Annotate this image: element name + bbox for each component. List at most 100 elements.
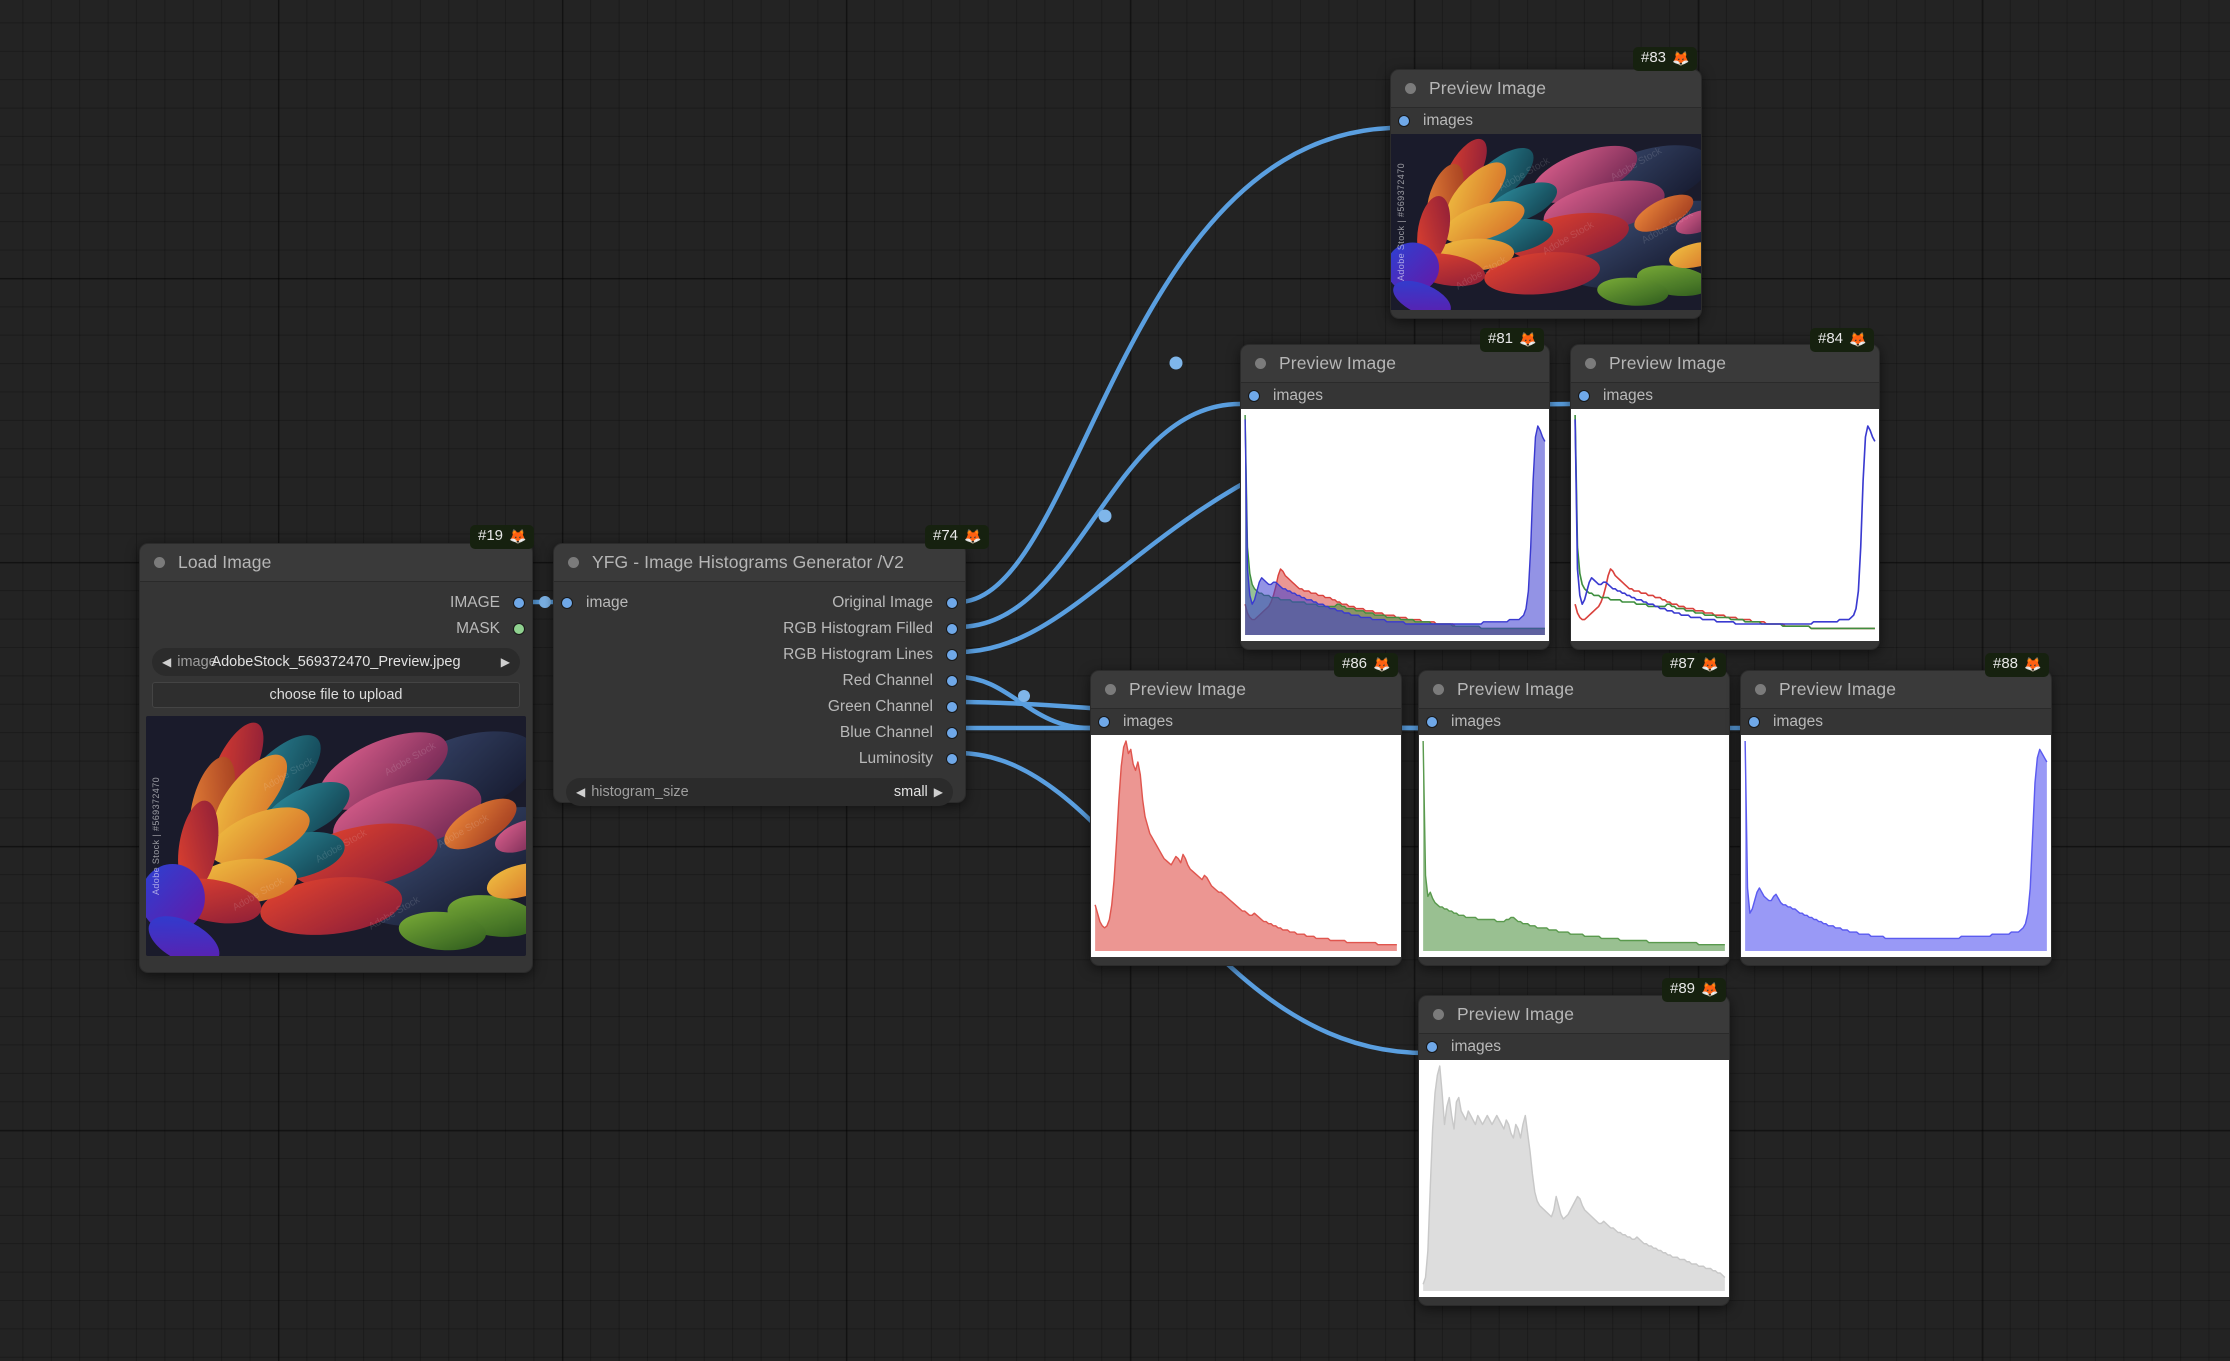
node-preview-rgb-histogram-lines[interactable]: Preview Image images [1570,344,1880,650]
chevron-left-icon[interactable]: ◀ [162,655,171,669]
node-badge-83[interactable]: #83 🦊 [1633,47,1698,71]
port-dot-blue-channel-icon[interactable] [947,728,957,738]
output-port-rgb-lines[interactable]: RGB Histogram Lines [554,642,965,668]
output-port-mask[interactable]: MASK [140,616,532,642]
fox-icon: 🦊 [2024,656,2042,673]
node-header[interactable]: Load Image [140,544,532,582]
collapse-dot-icon[interactable] [568,557,579,568]
node-body: images [1419,1034,1729,1297]
input-port-images[interactable]: images [1741,709,2051,735]
green-channel-chart [1419,735,1729,957]
port-dot-images-icon[interactable] [1249,391,1259,401]
badge-id: #74 [933,527,959,544]
port-label: images [1123,713,1173,730]
input-port-images[interactable]: images [1419,709,1729,735]
output-port-red-channel[interactable]: Red Channel [554,668,965,694]
histogram-preview[interactable] [1741,735,2051,957]
histogram-size-combo-widget[interactable]: ◀ histogram_size small ▶ [566,778,953,806]
port-dot-mask-icon[interactable] [514,624,524,634]
collapse-dot-icon[interactable] [1255,358,1266,369]
badge-id: #19 [478,527,504,544]
node-badge-81[interactable]: #81 🦊 [1480,328,1545,352]
histogram-preview[interactable] [1419,735,1729,957]
output-port-image[interactable]: IMAGE [140,590,532,616]
port-dot-green-channel-icon[interactable] [947,702,957,712]
collapse-dot-icon[interactable] [154,557,165,568]
choose-file-upload-button[interactable]: choose file to upload [152,682,520,708]
node-preview-blue-channel[interactable]: Preview Image images [1740,670,2052,966]
collapse-dot-icon[interactable] [1405,83,1416,94]
leaves-artwork-icon [1391,134,1701,310]
histogram-preview[interactable] [1419,1060,1729,1297]
collapse-dot-icon[interactable] [1585,358,1596,369]
collapse-dot-icon[interactable] [1105,684,1116,695]
port-dot-red-channel-icon[interactable] [947,676,957,686]
port-dot-images-icon[interactable] [1099,717,1109,727]
image-preview[interactable]: Adobe Stock | #569372470 Adobe Stock Ado… [1391,134,1701,310]
histogram-preview[interactable] [1241,409,1549,641]
output-port-luminosity[interactable]: Luminosity [554,746,965,772]
output-port-green-channel[interactable]: Green Channel [554,694,965,720]
node-graph-canvas[interactable]: #19 🦊 Load Image IMAGE MASK ◀ image Adob… [0,0,2230,1361]
input-port-images[interactable]: images [1419,1034,1729,1060]
badge-id: #81 [1488,330,1514,347]
collapse-dot-icon[interactable] [1755,684,1766,695]
node-preview-rgb-histogram-filled[interactable]: Preview Image images [1240,344,1550,650]
port-dot-luminosity-icon[interactable] [947,754,957,764]
node-badge-74[interactable]: #74 🦊 [925,525,990,549]
node-badge-88[interactable]: #88 🦊 [1985,653,2050,677]
badge-id: #87 [1670,655,1696,672]
port-label: MASK [456,620,500,637]
node-preview-luminosity[interactable]: Preview Image images [1418,995,1730,1306]
node-title: Preview Image [1609,353,1727,373]
chevron-left-icon[interactable]: ◀ [576,785,585,799]
leaves-artwork-icon [146,716,526,956]
node-badge-89[interactable]: #89 🦊 [1662,978,1727,1002]
node-header[interactable]: Preview Image [1391,70,1701,108]
chevron-right-icon[interactable]: ▶ [934,785,943,799]
badge-id: #86 [1342,655,1368,672]
node-body: images [1391,108,1701,310]
port-dot-rgb-filled-icon[interactable] [947,624,957,634]
port-dot-original-image-icon[interactable] [947,598,957,608]
node-preview-original-image[interactable]: Preview Image images Adobe Stock | #5693… [1390,69,1702,319]
port-label: IMAGE [450,594,500,611]
port-label: images [1451,713,1501,730]
node-body: images [1571,383,1879,641]
port-dot-images-icon[interactable] [1399,116,1409,126]
badge-id: #89 [1670,980,1696,997]
histogram-preview[interactable] [1091,735,1401,957]
histogram-preview[interactable] [1571,409,1879,641]
node-histograms-generator[interactable]: YFG - Image Histograms Generator /V2 ima… [553,543,966,806]
port-dot-rgb-lines-icon[interactable] [947,650,957,660]
collapse-dot-icon[interactable] [1433,684,1444,695]
output-port-original-image[interactable]: Original Image [554,590,965,616]
input-port-images[interactable]: images [1571,383,1879,409]
fox-icon: 🦊 [1519,331,1537,348]
node-badge-19[interactable]: #19 🦊 [470,525,535,549]
port-label: RGB Histogram Lines [783,646,933,663]
node-load-image[interactable]: Load Image IMAGE MASK ◀ image AdobeStock… [139,543,533,973]
node-title: Preview Image [1457,679,1575,699]
port-dot-images-icon[interactable] [1749,717,1759,727]
port-dot-images-icon[interactable] [1427,1042,1437,1052]
node-badge-84[interactable]: #84 🦊 [1810,328,1875,352]
chevron-right-icon[interactable]: ▶ [501,655,510,669]
node-header[interactable]: YFG - Image Histograms Generator /V2 [554,544,965,582]
node-title: Preview Image [1779,679,1897,699]
input-port-images[interactable]: images [1391,108,1701,134]
image-combo-widget[interactable]: ◀ image AdobeStock_569372470_Preview.jpe… [152,648,520,676]
output-port-blue-channel[interactable]: Blue Channel [554,720,965,746]
output-port-rgb-filled[interactable]: RGB Histogram Filled [554,616,965,642]
port-dot-image-icon[interactable] [514,598,524,608]
port-dot-images-icon[interactable] [1579,391,1589,401]
input-port-images[interactable]: images [1091,709,1401,735]
node-preview-red-channel[interactable]: Preview Image images [1090,670,1402,966]
node-preview-green-channel[interactable]: Preview Image images [1418,670,1730,966]
collapse-dot-icon[interactable] [1433,1009,1444,1020]
image-preview[interactable]: Adobe Stock | #569372470 Adobe Stock Ado… [146,716,526,956]
node-badge-86[interactable]: #86 🦊 [1334,653,1399,677]
node-badge-87[interactable]: #87 🦊 [1662,653,1727,677]
port-dot-images-icon[interactable] [1427,717,1437,727]
input-port-images[interactable]: images [1241,383,1549,409]
